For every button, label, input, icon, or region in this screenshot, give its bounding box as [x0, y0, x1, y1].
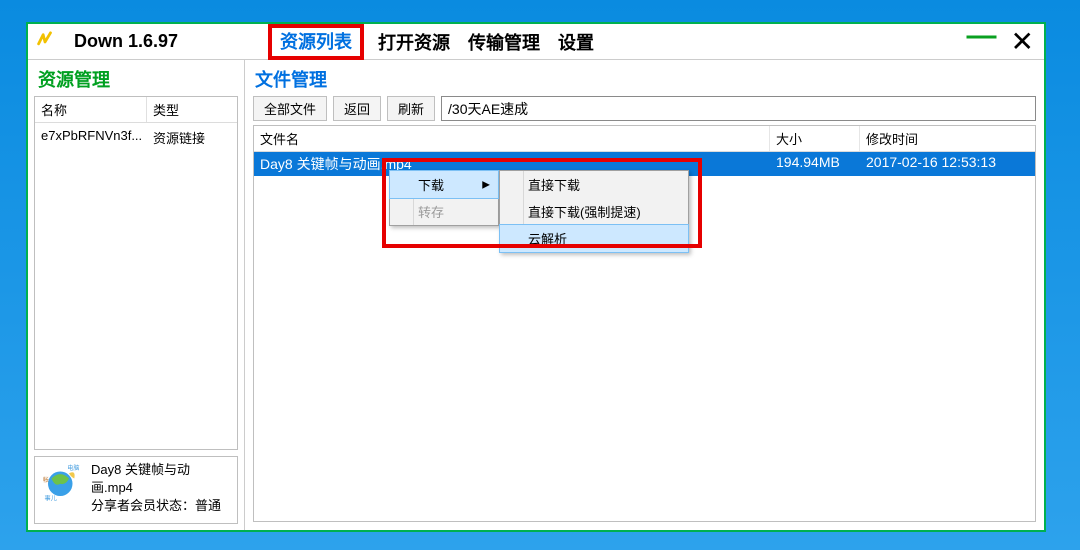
info-box: 电脑 帐 事儿 Day8 关键帧与动画.mp4 分享者会员状态：普通	[34, 456, 238, 524]
sidebar-title: 资源管理	[28, 60, 244, 96]
info-sharer-status: 分享者会员状态：普通	[91, 497, 231, 515]
menu-download[interactable]: 下载 ▶	[389, 170, 499, 199]
main-title: 文件管理	[253, 64, 1036, 96]
file-header: 文件名 大小 修改时间	[254, 126, 1035, 152]
resource-table-header: 名称 类型	[35, 97, 237, 123]
svg-text:电脑: 电脑	[67, 464, 79, 472]
nav-highlight-box: 资源列表	[268, 24, 364, 60]
all-files-button[interactable]: 全部文件	[253, 96, 327, 121]
nav-transfer-manage[interactable]: 传输管理	[468, 29, 540, 55]
context-submenu: 直接下载 直接下载(强制提速) 云解析	[499, 170, 689, 253]
nav-menu: 资源列表 打开资源 传输管理 设置	[272, 28, 594, 56]
resource-type: 资源链接	[147, 125, 237, 150]
globe-icon: 电脑 帐 事儿	[41, 461, 83, 503]
app-window: Down 1.6.97 资源列表 打开资源 传输管理 设置 — ✕ 资源管理 名…	[26, 22, 1046, 532]
body: 资源管理 名称 类型 e7xPbRFNVn3f... 资源链接	[28, 60, 1044, 530]
submenu-direct-download-boost[interactable]: 直接下载(强制提速)	[500, 198, 688, 225]
nav-settings[interactable]: 设置	[558, 29, 594, 55]
file-table: 文件名 大小 修改时间 Day8 关键帧与动画.mp4 194.94MB 201…	[253, 125, 1036, 522]
file-time: 2017-02-16 12:53:13	[860, 152, 1035, 176]
app-title: Down 1.6.97	[74, 31, 178, 52]
col-filename[interactable]: 文件名	[254, 126, 770, 151]
info-text: Day8 关键帧与动画.mp4 分享者会员状态：普通	[91, 461, 231, 516]
window-controls: — ✕	[967, 28, 1044, 56]
chevron-right-icon: ▶	[482, 179, 490, 190]
svg-text:帐: 帐	[43, 476, 49, 484]
titlebar: Down 1.6.97 资源列表 打开资源 传输管理 设置 — ✕	[28, 24, 1044, 60]
menu-transfer-save[interactable]: 转存	[390, 198, 498, 225]
main-area: 文件管理 全部文件 返回 刷新 文件名 大小 修改时间 Day8 关键帧与动画.…	[245, 60, 1044, 530]
submenu-cloud-parse[interactable]: 云解析	[499, 224, 689, 253]
sidebar: 资源管理 名称 类型 e7xPbRFNVn3f... 资源链接	[28, 60, 245, 530]
toolbar: 全部文件 返回 刷新	[253, 96, 1036, 121]
col-time[interactable]: 修改时间	[860, 126, 1035, 151]
path-input[interactable]	[441, 96, 1036, 121]
submenu-direct-download[interactable]: 直接下载	[500, 171, 688, 198]
refresh-button[interactable]: 刷新	[387, 96, 435, 121]
resource-table: 名称 类型 e7xPbRFNVn3f... 资源链接	[34, 96, 238, 450]
context-menu: 下载 ▶ 转存	[389, 170, 499, 226]
info-filename: Day8 关键帧与动画.mp4	[91, 461, 231, 497]
col-header-type[interactable]: 类型	[147, 97, 237, 122]
svg-text:事儿: 事儿	[45, 494, 57, 502]
app-icon	[34, 31, 56, 53]
resource-name: e7xPbRFNVn3f...	[35, 125, 147, 150]
nav-resource-list[interactable]: 资源列表	[280, 32, 352, 52]
nav-open-resource[interactable]: 打开资源	[378, 29, 450, 55]
resource-row[interactable]: e7xPbRFNVn3f... 资源链接	[35, 123, 237, 152]
col-size[interactable]: 大小	[770, 126, 860, 151]
back-button[interactable]: 返回	[333, 96, 381, 121]
col-header-name[interactable]: 名称	[35, 97, 147, 122]
file-size: 194.94MB	[770, 152, 860, 176]
close-button[interactable]: ✕	[1011, 28, 1034, 56]
